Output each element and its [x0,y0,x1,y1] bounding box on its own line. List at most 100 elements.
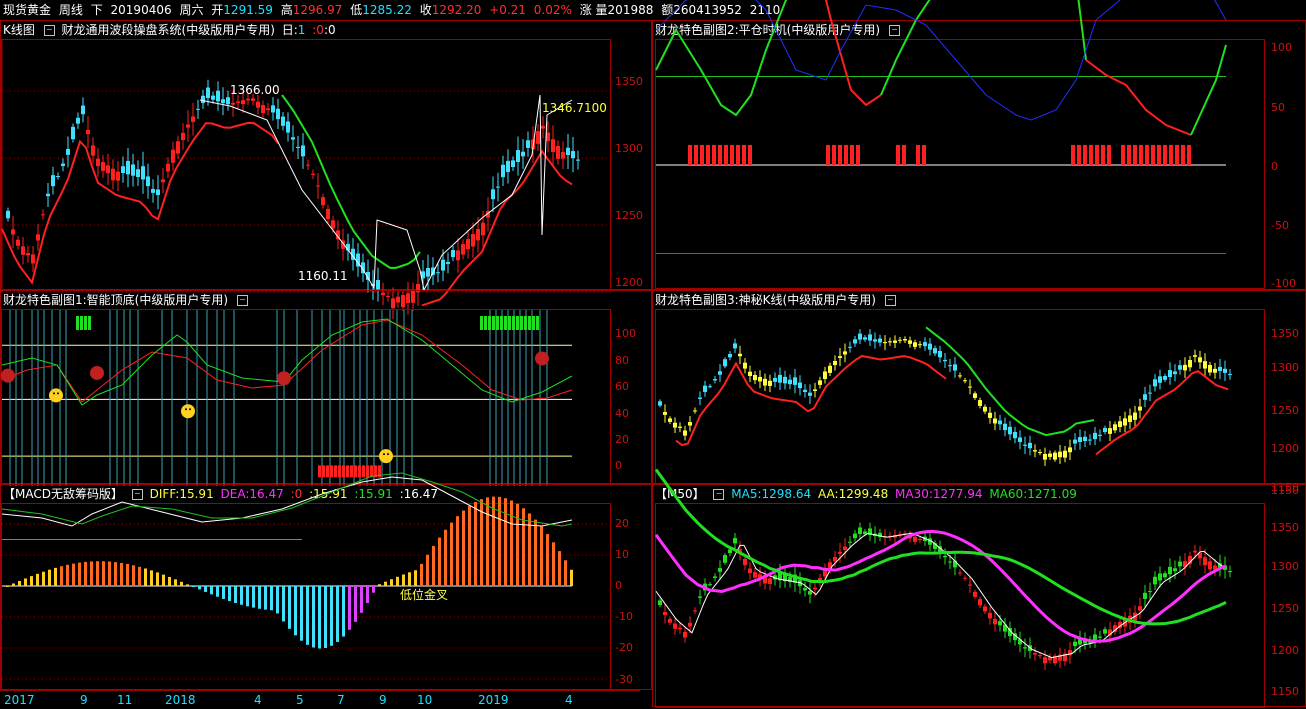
candle-body [471,234,475,247]
kline-panel[interactable]: K线图 − 财龙通用波段操盘系统(中级版用户专用) 日:1 :0:0 1366.… [0,20,653,320]
bottom-signal-bar [326,465,329,478]
kline-system-name[interactable]: 财龙通用波段操盘系统(中级版用户专用) [62,23,275,37]
macd-bar [6,586,9,587]
candle-body [858,333,862,340]
sub1-title[interactable]: 财龙特色副图1:智能顶底(中级版用户专用) [3,293,228,307]
candle-body [878,338,882,343]
top-signal-bar [512,316,515,330]
sub3-panel[interactable]: 财龙特色副图3:神秘K线(中级版用户专用) − 1350 1300 1250 1… [652,290,1306,494]
sub1-ytick: 0 [615,459,622,472]
aa-label: AA: [817,487,839,501]
m50-panel[interactable]: 【M50】 − MA5:1298.64 AA:1299.48 MA30:1277… [652,468,1306,709]
nav-label[interactable]: 下 [91,3,103,17]
candle-body [843,546,847,550]
sub1-plot[interactable] [1,309,612,486]
candle-body [1003,423,1007,431]
m50-title[interactable]: 【M50】 [655,487,705,501]
candle-body [131,164,135,176]
ma30-value: 1277.94 [932,487,983,501]
macd-bar [396,576,399,586]
sub1-chart[interactable] [1,310,612,486]
macd-bar [450,522,453,586]
sub2-ytick: -100 [1271,277,1296,290]
sub2-title[interactable]: 财龙特色副图2:平仓时机(中级版用户专用) [655,23,880,37]
kline-param2-label: :0 [312,23,324,37]
signal-bar [832,144,836,165]
candle-body [126,160,130,175]
bottom-signal-bar [318,465,321,478]
kline-yaxis: 1350 1300 1250 1200 [611,39,653,291]
kline-plot[interactable]: 1366.00 1160.11 1346.7100 [1,39,612,320]
m50-ytick: 1350 [1271,521,1299,534]
candle-body [66,148,70,155]
macd-bar [132,565,135,586]
candle-body [753,375,757,381]
candle-body [1228,571,1232,573]
instrument-name: 现货黄金 [3,3,52,17]
collapse-icon[interactable]: − [236,295,248,306]
candle-body [1193,550,1197,553]
candle-body [798,382,802,389]
candle-body [943,359,947,362]
candle-body [71,126,75,140]
candle-body [738,353,742,357]
period-label[interactable]: 周线 [59,3,83,17]
top-signal-bar [520,316,523,330]
ma5-value: 1298.64 [761,487,812,501]
candle-body [723,359,727,367]
collapse-icon[interactable]: − [713,489,725,500]
macd-bar [558,551,561,586]
candle-body [86,129,90,135]
candle-body [963,380,967,382]
candle-body [266,108,270,111]
candle-body [221,99,225,104]
macd-bar [330,586,333,646]
collapse-icon[interactable]: − [888,25,900,36]
quote-bar: 现货黄金 周线 下 20190406 周六 开1291.59 高1296.97 … [0,0,1306,21]
candle-body [1023,444,1027,446]
time-tick: 10 [417,693,433,707]
candle-body [1168,566,1172,575]
macd-bar [492,496,495,586]
time-tick: 2017 [4,693,35,707]
candle-body [46,193,50,197]
macd-bar [18,580,21,586]
candle-body [166,163,170,172]
bottom-signal-bar [366,465,369,478]
candle-body [501,164,505,178]
sub2-chart[interactable] [655,0,1266,290]
m50-plot[interactable] [654,468,1266,709]
collapse-icon[interactable]: − [131,489,143,500]
candle-body [993,418,997,424]
macd-chart[interactable]: 低位金叉 [1,472,612,692]
smiley-icon [379,449,393,464]
macd-plot[interactable]: 低位金叉 [1,472,612,692]
candle-body [491,189,495,200]
collapse-icon[interactable]: − [43,25,55,36]
macd-panel[interactable]: 【MACD无敌筹码版】 − DIFF:15.91 DEA:16.47 :0 :1… [0,472,652,692]
candle-body [758,376,762,382]
signal-bar [1101,144,1105,165]
sub3-chart[interactable] [656,310,1266,486]
candle-body [1103,427,1107,433]
sub2-plot[interactable] [655,0,1266,290]
bottom-signal-bar [330,465,333,478]
sub1-panel[interactable]: 财龙特色副图1:智能顶底(中级版用户专用) − 100 80 60 40 20 … [0,290,652,486]
candle-body [436,272,440,274]
collapse-icon[interactable]: − [884,295,896,306]
candle-body [913,342,917,347]
sub3-title[interactable]: 财龙特色副图3:神秘K线(中级版用户专用) [655,293,876,307]
kline-chart[interactable]: 1366.00 1160.11 1346.7100 [1,40,612,320]
macd-title[interactable]: 【MACD无敌筹码版】 [3,487,123,501]
candle-body [236,101,240,103]
top-signal-bar [508,316,511,330]
m50-ytick: 1200 [1271,644,1299,657]
top-marker-icon [90,365,104,380]
candle-body [898,339,902,341]
candle-body [848,346,852,348]
candle-body [321,197,325,206]
sub2-panel[interactable]: 财龙特色副图2:平仓时机(中级版用户专用) − 100 50 0 -50 -10… [652,0,1306,290]
macd-bar [162,574,165,586]
m50-chart[interactable] [654,468,1266,709]
sub3-plot[interactable] [655,309,1265,485]
